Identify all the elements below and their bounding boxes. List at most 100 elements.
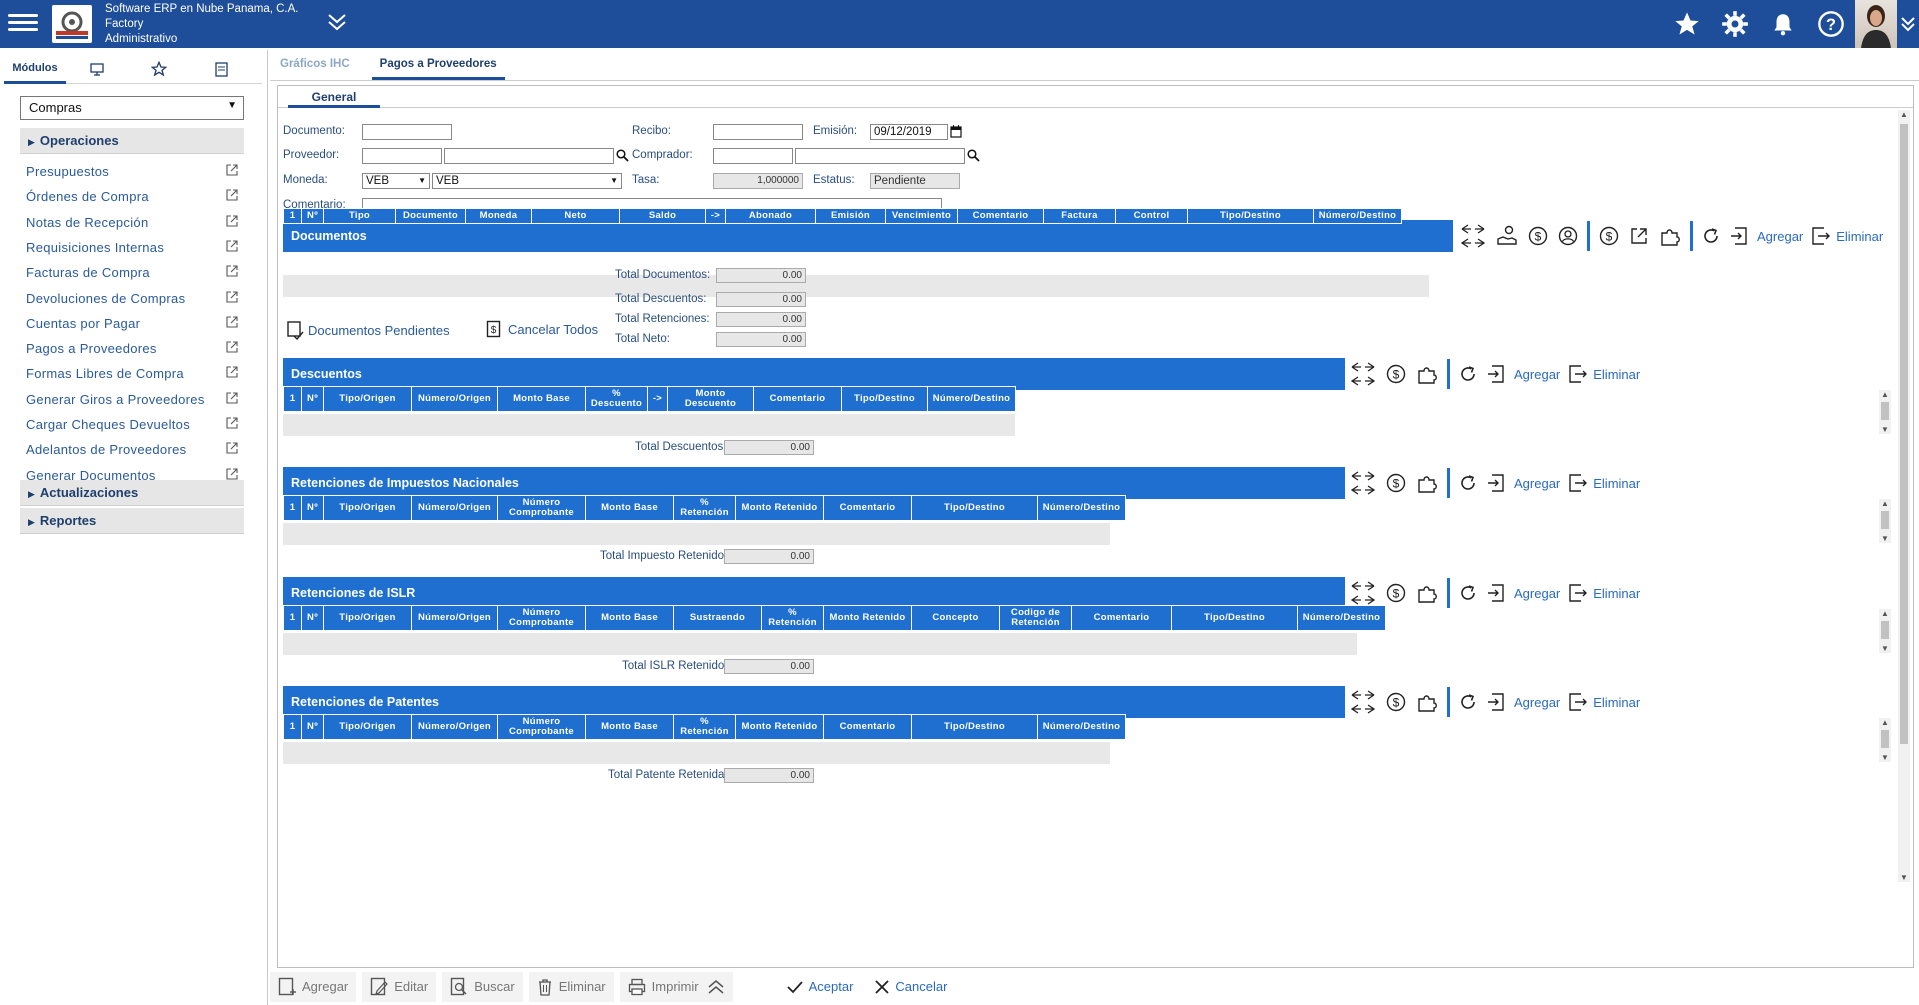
column-header[interactable]: Nº (301, 208, 324, 224)
documentos-agregar-button[interactable]: Agregar (1757, 229, 1803, 244)
column-header[interactable]: Número Comprobante (497, 605, 586, 631)
column-header[interactable]: % Retención (673, 714, 736, 740)
proveedor-code-input[interactable] (362, 148, 442, 164)
column-header[interactable]: Tipo/Destino (1187, 208, 1314, 224)
refresh-icon[interactable] (1459, 693, 1477, 711)
expand-collapse-icon[interactable] (1350, 360, 1376, 388)
tab-documents[interactable] (190, 54, 252, 84)
sidebar-item[interactable]: Cargar Cheques Devueltos (26, 417, 238, 439)
column-header[interactable]: Comentario (957, 208, 1044, 224)
help-icon[interactable]: ? (1807, 0, 1855, 48)
tab-pagos-proveedores[interactable]: Pagos a Proveedores (371, 52, 505, 80)
column-header[interactable]: Monto Descuento (667, 386, 754, 412)
section-scrollbar[interactable]: ▲ ▼ (1879, 499, 1891, 543)
section-scrollbar[interactable]: ▲ ▼ (1879, 609, 1891, 653)
remove-row-icon[interactable] (1568, 473, 1588, 493)
dollar-coin-icon[interactable]: $ (1386, 692, 1406, 712)
add-row-icon[interactable] (1487, 473, 1505, 493)
user-circle-icon[interactable] (1558, 226, 1578, 246)
dollar-coin-icon[interactable]: $ (1386, 364, 1406, 384)
proveedor-name-input[interactable] (444, 148, 614, 164)
section-operaciones[interactable]: ▶ Operaciones (20, 128, 244, 154)
scrollbar-thumb[interactable] (1881, 621, 1889, 639)
estatus-input[interactable]: Pendiente (870, 173, 960, 189)
column-header[interactable]: Tipo/Destino (1171, 605, 1298, 631)
add-row-icon[interactable] (1487, 692, 1505, 712)
column-header[interactable]: Número/Destino (1037, 495, 1126, 521)
column-header[interactable]: Control (1115, 208, 1188, 224)
column-header[interactable]: 1 (283, 605, 302, 631)
sidebar-item[interactable]: Órdenes de Compra (26, 189, 238, 211)
column-header[interactable]: -> (647, 386, 668, 412)
bottom-eliminar-button[interactable]: Eliminar (528, 971, 614, 1002)
column-header[interactable]: Tipo/Origen (323, 495, 412, 521)
column-header[interactable]: Neto (531, 208, 620, 224)
sidebar-item[interactable]: Pagos a Proveedores (26, 341, 238, 363)
documentos-eliminar-button[interactable]: Eliminar (1836, 229, 1883, 244)
column-header[interactable]: Nº (301, 495, 324, 521)
scroll-up-icon[interactable]: ▲ (1879, 499, 1891, 508)
column-header[interactable]: Número/Destino (1037, 714, 1126, 740)
column-header[interactable]: Comentario (1071, 605, 1172, 631)
column-header[interactable]: 1 (283, 495, 302, 521)
column-header[interactable]: Número/Origen (411, 714, 498, 740)
scroll-down-icon[interactable]: ▼ (1898, 873, 1910, 882)
column-header[interactable]: Moneda (465, 208, 532, 224)
column-header[interactable]: Número/Destino (1297, 605, 1386, 631)
bottom-imprimir-button[interactable]: Imprimir (619, 971, 733, 1002)
double-chevron-down-icon[interactable] (326, 12, 348, 35)
column-header[interactable]: Tipo/Destino (911, 714, 1038, 740)
refresh-icon[interactable] (1459, 584, 1477, 602)
column-header[interactable]: Monto Base (497, 386, 586, 412)
total-value[interactable]: 0.00 (724, 659, 814, 674)
ret-nacionales-agregar-button[interactable]: Agregar (1514, 476, 1560, 491)
tab-modulos[interactable]: Módulos (4, 54, 66, 84)
column-header[interactable]: Tipo/Destino (911, 495, 1038, 521)
ret-patentes-agregar-button[interactable]: Agregar (1514, 695, 1560, 710)
sidebar-item[interactable]: Adelantos de Proveedores (26, 442, 238, 464)
column-header[interactable]: Número Comprobante (497, 495, 586, 521)
documento-input[interactable] (362, 124, 452, 140)
moneda-code-select[interactable]: VEB ▼ (362, 173, 430, 189)
column-header[interactable]: Tipo (323, 208, 396, 224)
bottom-agregar-button[interactable]: Agregar (270, 971, 357, 1002)
dollar-coin-icon[interactable]: $ (1386, 583, 1406, 603)
column-header[interactable]: Tipo/Destino (841, 386, 928, 412)
scroll-up-icon[interactable]: ▲ (1898, 110, 1910, 119)
column-header[interactable]: 1 (283, 386, 302, 412)
scroll-up-icon[interactable]: ▲ (1879, 609, 1891, 618)
column-header[interactable]: Monto Retenido (823, 605, 912, 631)
remove-row-icon[interactable] (1568, 692, 1588, 712)
calendar-icon[interactable] (950, 124, 962, 141)
external-link-icon[interactable] (1629, 226, 1649, 246)
dollar-coin-icon[interactable]: $ (1386, 473, 1406, 493)
recibo-input[interactable] (713, 124, 803, 140)
total-value[interactable]: 0.00 (724, 549, 814, 564)
total-value[interactable]: 0.00 (716, 332, 806, 347)
external-link-icon[interactable] (226, 215, 238, 230)
bottom-aceptar-button[interactable]: Aceptar (779, 972, 862, 1002)
column-header[interactable]: Concepto (911, 605, 1000, 631)
external-link-icon[interactable] (226, 392, 238, 407)
remove-row-icon[interactable] (1568, 364, 1588, 384)
sidebar-item[interactable]: Presupuestos (26, 164, 238, 186)
column-header[interactable]: Monto Retenido (735, 714, 824, 740)
column-header[interactable]: Número/Origen (411, 495, 498, 521)
puzzle-icon[interactable] (1416, 691, 1438, 713)
section-actualizaciones[interactable]: ▶ Actualizaciones (20, 480, 244, 506)
column-header[interactable]: Tipo/Origen (323, 714, 412, 740)
column-header[interactable]: Monto Base (585, 495, 674, 521)
column-header[interactable]: Número/Destino (1313, 208, 1402, 224)
column-header[interactable]: Nº (301, 714, 324, 740)
dollar-coin-icon[interactable]: $ (1528, 226, 1548, 246)
bottom-editar-button[interactable]: Editar (362, 971, 437, 1002)
descuentos-agregar-button[interactable]: Agregar (1514, 367, 1560, 382)
column-header[interactable]: Documento (395, 208, 466, 224)
sidebar-item[interactable]: Devoluciones de Compras (26, 291, 238, 313)
total-value[interactable]: 0.00 (716, 268, 806, 283)
column-header[interactable]: Nº (301, 386, 324, 412)
main-scrollbar-thumb[interactable] (1900, 124, 1908, 744)
documentos-pendientes-link[interactable]: Documentos Pendientes (286, 320, 450, 340)
puzzle-icon[interactable] (1416, 472, 1438, 494)
column-header[interactable]: % Retención (673, 495, 736, 521)
